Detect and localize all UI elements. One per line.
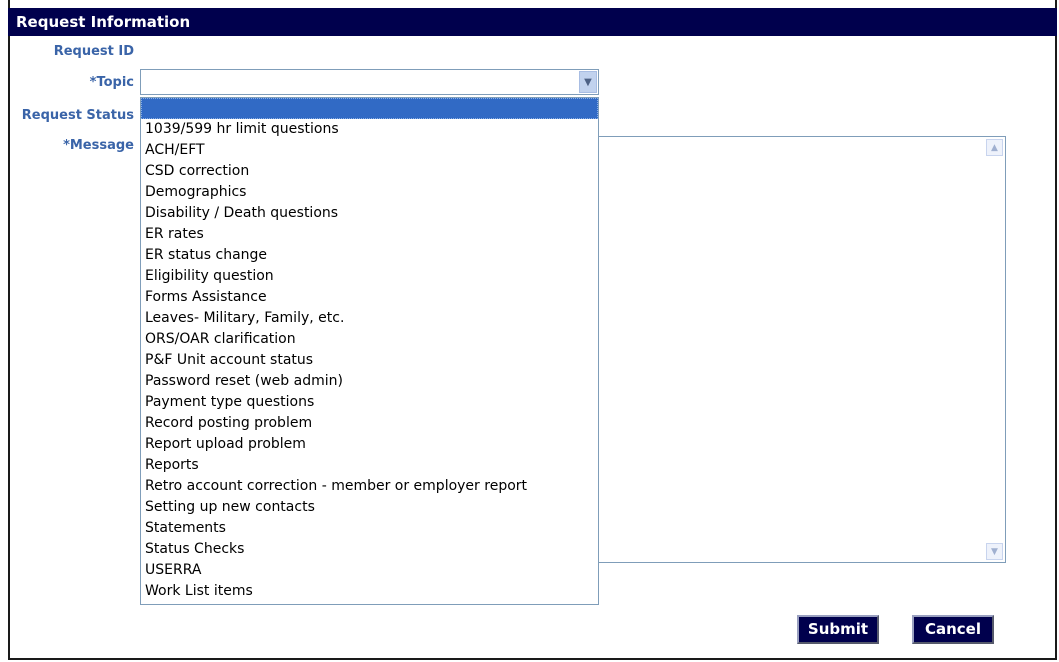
dropdown-option[interactable]: Payment type questions: [141, 392, 598, 413]
section-title: Request Information: [8, 8, 1057, 36]
dropdown-option[interactable]: Demographics: [141, 182, 598, 203]
dropdown-option[interactable]: Retro account correction - member or emp…: [141, 476, 598, 497]
topic-label: *Topic: [89, 75, 134, 90]
dropdown-option[interactable]: Disability / Death questions: [141, 203, 598, 224]
cancel-button[interactable]: Cancel: [912, 615, 994, 644]
dropdown-option[interactable]: Reports: [141, 455, 598, 476]
dropdown-option[interactable]: Setting up new contacts: [141, 497, 598, 518]
dropdown-option[interactable]: Eligibility question: [141, 266, 598, 287]
dropdown-option-blank[interactable]: [141, 98, 598, 119]
dropdown-option[interactable]: P&F Unit account status: [141, 350, 598, 371]
dropdown-option[interactable]: Statements: [141, 518, 598, 539]
dropdown-option[interactable]: Report upload problem: [141, 434, 598, 455]
dropdown-option[interactable]: Forms Assistance: [141, 287, 598, 308]
scroll-down-arrow-icon[interactable]: ▼: [986, 543, 1003, 560]
dropdown-option[interactable]: Work List items: [141, 581, 598, 602]
dropdown-option[interactable]: ER status change: [141, 245, 598, 266]
dropdown-option[interactable]: USERRA: [141, 560, 598, 581]
dropdown-option[interactable]: Leaves- Military, Family, etc.: [141, 308, 598, 329]
topic-dropdown-list[interactable]: 1039/599 hr limit questions ACH/EFT CSD co…: [140, 97, 599, 605]
dropdown-option[interactable]: Record posting problem: [141, 413, 598, 434]
request-id-label: Request ID: [53, 44, 134, 59]
submit-button[interactable]: Submit: [797, 615, 879, 644]
scroll-up-arrow-icon[interactable]: ▲: [986, 139, 1003, 156]
message-label: *Message: [63, 138, 134, 153]
request-status-label: Request Status: [21, 108, 134, 123]
dropdown-option[interactable]: CSD correction: [141, 161, 598, 182]
dropdown-option[interactable]: ER rates: [141, 224, 598, 245]
topic-select[interactable]: ▼: [140, 69, 599, 95]
dropdown-option[interactable]: 1039/599 hr limit questions: [141, 119, 598, 140]
dropdown-option[interactable]: Status Checks: [141, 539, 598, 560]
chevron-down-icon[interactable]: ▼: [579, 71, 597, 93]
dropdown-option[interactable]: ORS/OAR clarification: [141, 329, 598, 350]
dropdown-option[interactable]: ACH/EFT: [141, 140, 598, 161]
dropdown-option[interactable]: Password reset (web admin): [141, 371, 598, 392]
